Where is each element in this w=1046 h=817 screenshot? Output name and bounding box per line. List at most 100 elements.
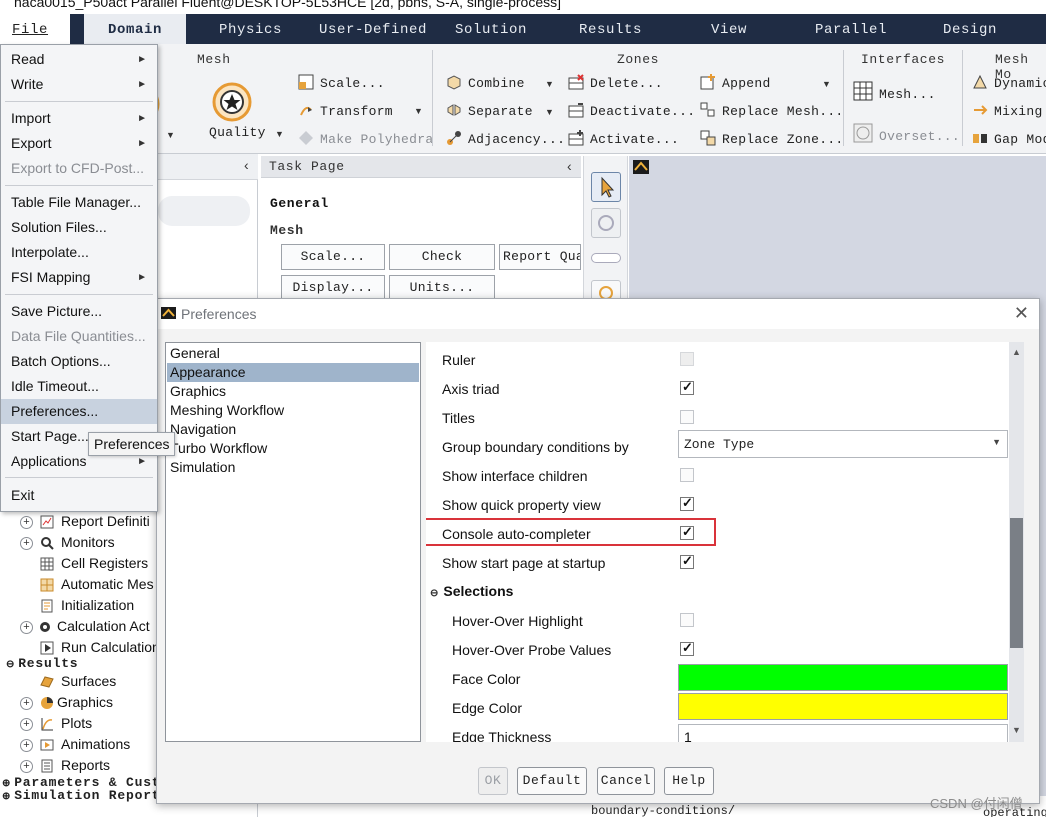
overset-button[interactable]: Overset...	[853, 123, 960, 144]
zoom-slider[interactable]	[591, 253, 621, 263]
edge-thickness-field[interactable]: 1	[678, 724, 1008, 742]
expand-icon[interactable]: ⊕	[2, 792, 11, 803]
tree-section-results[interactable]: ⊖ Results	[6, 656, 78, 671]
category-general[interactable]: General	[167, 344, 419, 363]
menu-item-export-cfd-post[interactable]: Export to CFD-Post...	[1, 156, 157, 181]
category-navigation[interactable]: Navigation	[167, 420, 419, 439]
dynamic-mesh-button[interactable]: Dynamic	[972, 74, 1046, 91]
show-interface-children-checkbox[interactable]	[680, 468, 694, 482]
close-icon[interactable]: ✕	[1014, 303, 1029, 324]
category-simulation[interactable]: Simulation	[167, 458, 419, 477]
menu-item-idle-timeout[interactable]: Idle Timeout...	[1, 374, 157, 399]
tab-parallel[interactable]: Parallel	[815, 14, 887, 44]
tab-results[interactable]: Results	[579, 14, 642, 44]
expand-icon[interactable]: +	[20, 621, 33, 634]
tree-item-plots[interactable]: + Plots	[0, 714, 150, 735]
collapse-left-icon[interactable]: ‹	[244, 157, 249, 173]
tree-item-surfaces[interactable]: Surfaces	[0, 672, 150, 693]
mesh-scale-button[interactable]: Scale...	[281, 244, 385, 270]
scroll-up-icon[interactable]: ▲	[1010, 345, 1023, 359]
pointer-tool-button[interactable]	[591, 172, 621, 202]
tree-item-monitors[interactable]: + Monitors	[0, 533, 150, 554]
expand-icon[interactable]: +	[20, 516, 33, 529]
activate-button[interactable]: Activate...	[568, 130, 679, 147]
adjacency-button[interactable]: Adjacency...	[446, 130, 565, 147]
menu-item-fsi-mapping[interactable]: FSI Mapping ►	[1, 265, 157, 290]
make-polyhedra-button[interactable]: Make Polyhedra	[298, 130, 433, 147]
separate-button[interactable]: Separate	[446, 102, 533, 119]
category-meshing-workflow[interactable]: Meshing Workflow	[167, 401, 419, 420]
hover-over-probe-values-checkbox[interactable]	[680, 640, 694, 656]
menu-item-read[interactable]: Read ►	[1, 47, 157, 72]
delete-zone-button[interactable]: Delete...	[568, 74, 663, 91]
cancel-button[interactable]: Cancel	[597, 767, 655, 795]
replace-mesh-button[interactable]: Replace Mesh...	[700, 102, 844, 119]
tab-file[interactable]: File	[0, 14, 70, 44]
combine-button[interactable]: Combine	[446, 74, 525, 91]
chevron-down-icon[interactable]: ▼	[166, 130, 175, 140]
mesh-check-button[interactable]: Check	[389, 244, 495, 270]
titles-checkbox[interactable]	[680, 410, 694, 424]
interface-mesh-button[interactable]: Mesh...	[853, 81, 936, 102]
expand-icon[interactable]: +	[20, 537, 33, 550]
tree-item-reports[interactable]: + Reports	[0, 756, 150, 777]
tab-user-defined[interactable]: User-Defined	[319, 14, 427, 44]
menu-item-import[interactable]: Import ►	[1, 106, 157, 131]
rotate-tool-button[interactable]	[591, 208, 621, 238]
menu-item-save-picture[interactable]: Save Picture...	[1, 299, 157, 324]
settings-scrollbar[interactable]: ▲ ▼	[1009, 342, 1024, 742]
menu-item-data-file-quantities[interactable]: Data File Quantities...	[1, 324, 157, 349]
expand-icon[interactable]: +	[20, 739, 33, 752]
tree-item-graphics[interactable]: + Graphics	[0, 693, 150, 714]
menu-item-preferences[interactable]: Preferences...	[1, 399, 157, 424]
tab-domain[interactable]: Domain	[84, 14, 186, 44]
group-by-dropdown[interactable]: Zone Type ▼	[678, 430, 1008, 458]
quality-button[interactable]	[212, 82, 252, 122]
expand-icon[interactable]: +	[20, 697, 33, 710]
tree-item-report-definitions[interactable]: + Report Definiti	[0, 512, 150, 533]
chevron-down-icon[interactable]: ▼	[275, 129, 284, 139]
console-auto-completer-checkbox[interactable]	[680, 524, 694, 540]
gap-model-button[interactable]: Gap Mod	[972, 130, 1046, 147]
mixing-plane-button[interactable]: Mixing	[972, 102, 1043, 119]
category-graphics[interactable]: Graphics	[167, 382, 419, 401]
tab-design[interactable]: Design	[943, 14, 997, 44]
show-quick-property-view-checkbox[interactable]	[680, 495, 694, 511]
collapse-icon[interactable]: ⊖	[6, 660, 15, 671]
selections-section-header[interactable]: ⊖ Selections	[430, 583, 513, 599]
menu-item-batch-options[interactable]: Batch Options...	[1, 349, 157, 374]
tab-physics[interactable]: Physics	[219, 14, 282, 44]
replace-zone-button[interactable]: Replace Zone...	[700, 130, 844, 147]
chevron-down-icon[interactable]: ▼	[822, 79, 831, 89]
menu-item-exit[interactable]: Exit	[1, 483, 157, 508]
tree-item-cell-registers[interactable]: Cell Registers	[0, 554, 150, 575]
category-appearance[interactable]: Appearance	[167, 363, 419, 382]
tree-item-automatic-mesh[interactable]: Automatic Mes	[0, 575, 154, 596]
chevron-down-icon[interactable]: ▼	[545, 107, 554, 117]
menu-item-interpolate[interactable]: Interpolate...	[1, 240, 157, 265]
tab-solution[interactable]: Solution	[455, 14, 527, 44]
outline-search-field[interactable]	[158, 196, 250, 226]
menu-item-table-file-manager[interactable]: Table File Manager...	[1, 190, 157, 215]
default-button[interactable]: Default	[517, 767, 587, 795]
deactivate-button[interactable]: Deactivate...	[568, 102, 695, 119]
scroll-down-icon[interactable]: ▼	[1010, 723, 1023, 737]
report-quality-button[interactable]: Report Qual	[499, 244, 581, 270]
scrollbar-thumb[interactable]	[1010, 518, 1023, 648]
collapse-icon[interactable]: ⊖	[430, 588, 438, 599]
edge-color-swatch[interactable]	[678, 693, 1008, 720]
tree-item-calculation-activities[interactable]: + Calculation Act	[0, 617, 150, 638]
scale-button[interactable]: Scale...	[298, 74, 385, 91]
preferences-category-list[interactable]: General Appearance Graphics Meshing Work…	[165, 342, 421, 742]
tree-item-animations[interactable]: + Animations	[0, 735, 150, 756]
chevron-down-icon[interactable]: ▼	[414, 106, 423, 116]
hover-over-highlight-checkbox[interactable]	[680, 613, 694, 627]
menu-item-write[interactable]: Write ►	[1, 72, 157, 97]
menu-item-export[interactable]: Export ►	[1, 131, 157, 156]
tab-view[interactable]: View	[711, 14, 747, 44]
help-button[interactable]: Help	[664, 767, 714, 795]
chevron-down-icon[interactable]: ▼	[545, 79, 554, 89]
tree-item-initialization[interactable]: Initialization	[0, 596, 150, 617]
transform-button[interactable]: Transform	[298, 102, 393, 119]
face-color-swatch[interactable]	[678, 664, 1008, 691]
